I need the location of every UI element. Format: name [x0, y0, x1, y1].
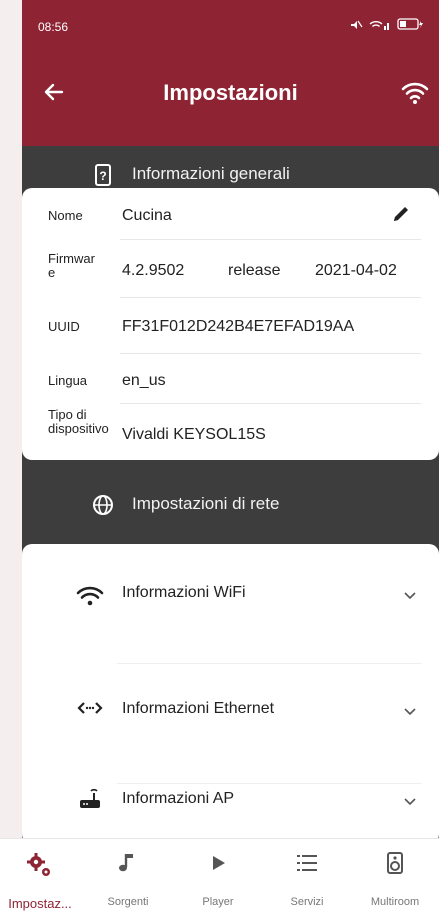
info-key: UUID: [48, 319, 80, 334]
network-item-label: Informazioni Ethernet: [122, 700, 275, 717]
firmware-type-value: release: [228, 262, 281, 279]
info-key: Lingua: [48, 373, 88, 388]
info-key: Tipo di dispositivo: [48, 407, 109, 436]
status-time: 08:56: [38, 20, 69, 34]
ethernet-icon: [77, 702, 103, 714]
chevron-down-icon: [404, 708, 416, 716]
nav-label: Multiroom: [370, 896, 420, 908]
info-row-language: Lingua en_us: [22, 354, 439, 404]
network-item-label: Informazioni AP: [122, 790, 235, 807]
network-item-label: Informazioni WiFi: [122, 584, 246, 601]
info-key: Firmware: [48, 251, 95, 280]
nav-item-sources[interactable]: Sorgenti: [84, 839, 172, 923]
nav-item-player[interactable]: Player: [174, 839, 262, 923]
bottom-navigation: Impostaz... Sorgenti Player Servizi Mult…: [0, 838, 439, 923]
list-icon: [297, 855, 317, 871]
play-icon: [213, 856, 225, 870]
signal-icon: [369, 21, 389, 30]
network-item-ethernet[interactable]: Informazioni Ethernet: [22, 664, 439, 784]
nav-label: Sorgenti: [107, 896, 149, 908]
phone-screen: 08:56 Impostazioni ? Informazioni genera…: [22, 0, 439, 922]
gears-icon: [27, 853, 50, 876]
app-bar: Impostazioni: [22, 58, 439, 146]
nav-label: Player: [202, 896, 234, 908]
music-note-icon: [119, 854, 133, 872]
wifi-icon: [76, 586, 104, 606]
status-icons: [349, 18, 425, 30]
chevron-down-icon: [404, 592, 416, 600]
nav-item-services[interactable]: Servizi: [263, 839, 351, 923]
network-card: Informazioni WiFi Informazioni Ethernet …: [22, 544, 439, 844]
info-row-device-type: Tipo di dispositivo Vivaldi KEYSOL15S: [22, 404, 439, 460]
nav-label: Servizi: [290, 896, 324, 908]
general-info-title: Informazioni generali: [132, 164, 290, 183]
globe-icon: [93, 495, 113, 515]
chevron-down-icon: [404, 798, 416, 806]
router-icon: [80, 788, 100, 808]
silent-icon: [351, 20, 363, 29]
page-title: Impostazioni: [163, 80, 298, 105]
firmware-version-value: 4.2.9502: [122, 262, 185, 279]
help-icon: ?: [95, 164, 111, 186]
general-info-card: Nome Cucina Firmware 4.2.9502 release 20…: [22, 188, 439, 460]
language-value: en_us: [122, 372, 166, 389]
nav-label: Impostaz...: [8, 896, 72, 911]
svg-text:?: ?: [99, 169, 106, 183]
nav-item-multiroom[interactable]: Multiroom: [351, 839, 439, 923]
battery-icon: [397, 18, 423, 30]
status-bar: 08:56: [22, 0, 439, 58]
info-row-name: Nome Cucina: [22, 188, 439, 240]
device-name-value: Cucina: [122, 207, 172, 224]
info-row-uuid: UUID FF31F012D242B4E7EFAD19AA: [22, 298, 439, 354]
edit-pencil-icon[interactable]: [391, 204, 411, 224]
network-settings-header: Impostazioni di rete: [22, 476, 439, 536]
network-item-ap[interactable]: Informazioni AP: [22, 784, 439, 844]
speaker-icon: [387, 852, 403, 874]
uuid-value: FF31F012D242B4E7EFAD19AA: [122, 318, 355, 335]
network-item-wifi[interactable]: Informazioni WiFi: [22, 544, 439, 664]
firmware-date-value: 2021-04-02: [315, 262, 397, 279]
wifi-icon[interactable]: [401, 80, 429, 106]
network-settings-title: Impostazioni di rete: [132, 494, 280, 513]
info-row-firmware: Firmware 4.2.9502 release 2021-04-02: [22, 240, 439, 298]
info-key: Nome: [48, 208, 83, 223]
nav-item-settings[interactable]: Impostaz...: [0, 839, 84, 923]
device-type-value: Vivaldi KEYSOL15S: [122, 426, 266, 443]
